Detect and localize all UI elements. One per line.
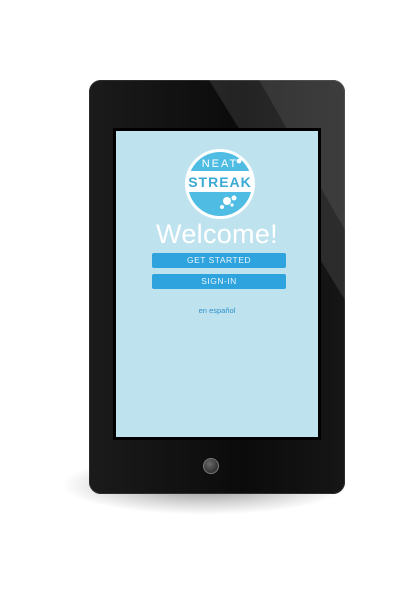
language-link[interactable]: en español — [116, 306, 318, 315]
get-started-button[interactable]: GET STARTED — [152, 253, 286, 268]
app-logo: NEAT STREAK — [185, 149, 255, 219]
sign-in-button[interactable]: SIGN-IN — [152, 274, 286, 289]
logo-top-text: NEAT — [202, 158, 239, 170]
welcome-heading: Welcome! — [156, 219, 278, 249]
tablet-device: NEAT STREAK Welcome! GET STARTED SIGN-IN… — [89, 80, 345, 494]
app-screen: NEAT STREAK Welcome! GET STARTED SIGN-IN… — [113, 128, 321, 440]
home-button-icon[interactable] — [203, 458, 219, 474]
logo-main-text: STREAK — [188, 174, 252, 190]
